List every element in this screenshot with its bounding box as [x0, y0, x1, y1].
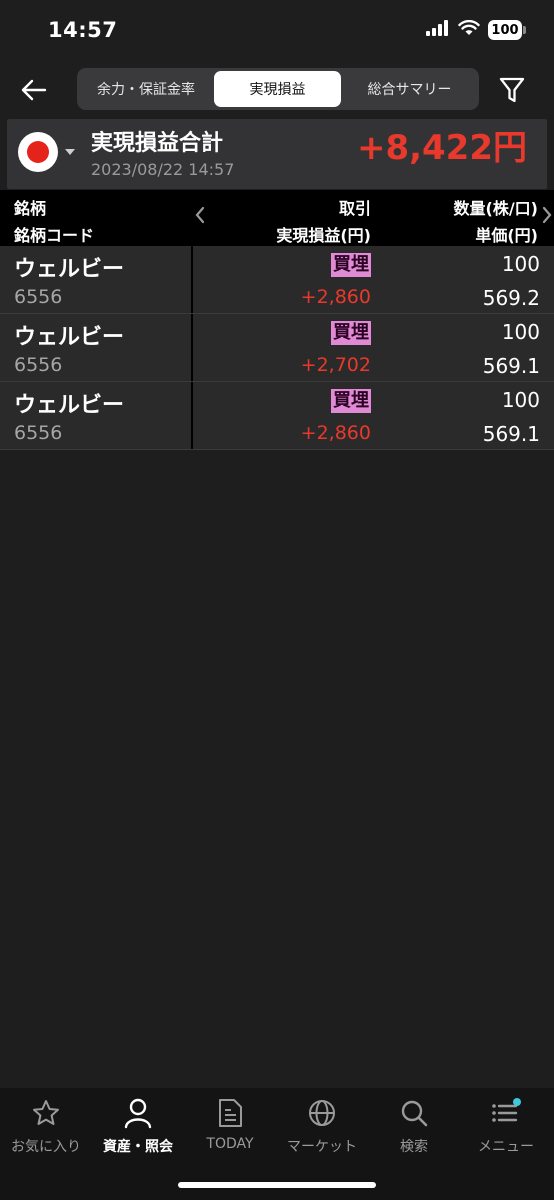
nav-label: お気に入り: [11, 1139, 81, 1155]
japan-flag-icon[interactable]: [18, 132, 58, 172]
stock-code: 6556: [14, 354, 63, 376]
scroll-left-chevron-icon[interactable]: [195, 206, 205, 228]
search-icon: [397, 1096, 431, 1130]
tab-margin[interactable]: 余力・保証金率: [80, 71, 212, 107]
trade-type-badge: 買埋: [331, 253, 371, 277]
caret-down-icon[interactable]: [65, 149, 75, 155]
filter-icon: [499, 77, 525, 103]
nav-label: 資産・照会: [103, 1139, 173, 1155]
stock-code: 6556: [14, 286, 63, 308]
table-row[interactable]: ウェルビー 6556 買埋 +2,860 100 569.2: [0, 246, 554, 314]
unit-price-value: 569.1: [482, 354, 540, 378]
summary-title: 実現損益合計: [91, 131, 224, 156]
column-trade: 取引: [338, 199, 371, 218]
nav-market[interactable]: マーケット: [276, 1096, 368, 1166]
wifi-icon: [458, 19, 480, 40]
table-row[interactable]: ウェルビー 6556 買埋 +2,702 100 569.1: [0, 314, 554, 382]
notification-dot-icon: [513, 1098, 521, 1106]
trade-list: ウェルビー 6556 買埋 +2,860 100 569.2 ウェルビー 655…: [0, 246, 554, 450]
header: 余力・保証金率 実現損益 総合サマリー: [0, 62, 554, 118]
nav-search[interactable]: 検索: [368, 1096, 460, 1166]
nav-label: マーケット: [287, 1139, 357, 1155]
quantity-value: 100: [501, 320, 540, 344]
person-icon: [121, 1096, 155, 1130]
nav-assets[interactable]: 資産・照会: [92, 1096, 184, 1166]
trade-type-badge: 買埋: [331, 389, 371, 413]
nav-label: 検索: [400, 1139, 428, 1155]
home-indicator: [178, 1182, 376, 1188]
realized-pl-value: +2,860: [300, 286, 371, 308]
column-quantity: 数量(株/口): [453, 199, 538, 218]
document-icon: [213, 1096, 247, 1130]
nav-today[interactable]: TODAY: [184, 1096, 276, 1166]
column-stock-code: 銘柄コード: [14, 226, 95, 245]
realized-pl-value: +2,860: [300, 422, 371, 444]
quantity-value: 100: [501, 388, 540, 412]
tab-summary[interactable]: 総合サマリー: [343, 71, 476, 107]
column-realized-pl: 実現損益(円): [276, 226, 371, 245]
status-bar: 14:57 100: [0, 0, 554, 62]
stock-name: ウェルビー: [14, 325, 125, 350]
stock-name: ウェルビー: [14, 257, 125, 282]
unit-price-value: 569.2: [482, 286, 540, 310]
nav-label: メニュー: [478, 1139, 534, 1155]
signal-icon: [426, 20, 450, 40]
realized-pl-value: +2,702: [300, 354, 371, 376]
status-time: 14:57: [48, 18, 118, 42]
star-icon: [29, 1096, 63, 1130]
column-header: 銘柄 銘柄コード 取引 実現損益(円) 数量(株/口) 単価(円): [0, 190, 554, 246]
globe-icon: [305, 1096, 339, 1130]
segmented-control: 余力・保証金率 実現損益 総合サマリー: [77, 68, 479, 110]
quantity-value: 100: [501, 252, 540, 276]
realized-pl-summary: 実現損益合計 2023/08/22 14:57 +8,422円: [7, 119, 547, 189]
column-unit-price: 単価(円): [475, 226, 538, 245]
tab-realized-pl[interactable]: 実現損益: [214, 71, 341, 107]
menu-icon: [489, 1096, 523, 1130]
battery-icon: 100: [488, 20, 526, 40]
back-arrow-icon: [21, 79, 47, 101]
filter-button[interactable]: [492, 70, 532, 110]
stock-code: 6556: [14, 422, 63, 444]
summary-total: +8,422円: [356, 128, 527, 168]
nav-label: TODAY: [206, 1136, 254, 1152]
nav-menu[interactable]: メニュー: [460, 1096, 552, 1166]
nav-favorites[interactable]: お気に入り: [0, 1096, 92, 1166]
screen: 14:57 100 余力・保証金率 実現損益 総合サマリー 実現損益合計 202…: [0, 0, 554, 1200]
table-row[interactable]: ウェルビー 6556 買埋 +2,860 100 569.1: [0, 382, 554, 450]
trade-type-badge: 買埋: [331, 321, 371, 345]
status-indicators: 100: [426, 19, 526, 40]
summary-date: 2023/08/22 14:57: [91, 160, 235, 179]
column-stock: 銘柄: [14, 199, 47, 218]
back-button[interactable]: [14, 70, 54, 110]
scroll-right-chevron-icon[interactable]: [542, 206, 552, 228]
unit-price-value: 569.1: [482, 422, 540, 446]
stock-name: ウェルビー: [14, 393, 125, 418]
